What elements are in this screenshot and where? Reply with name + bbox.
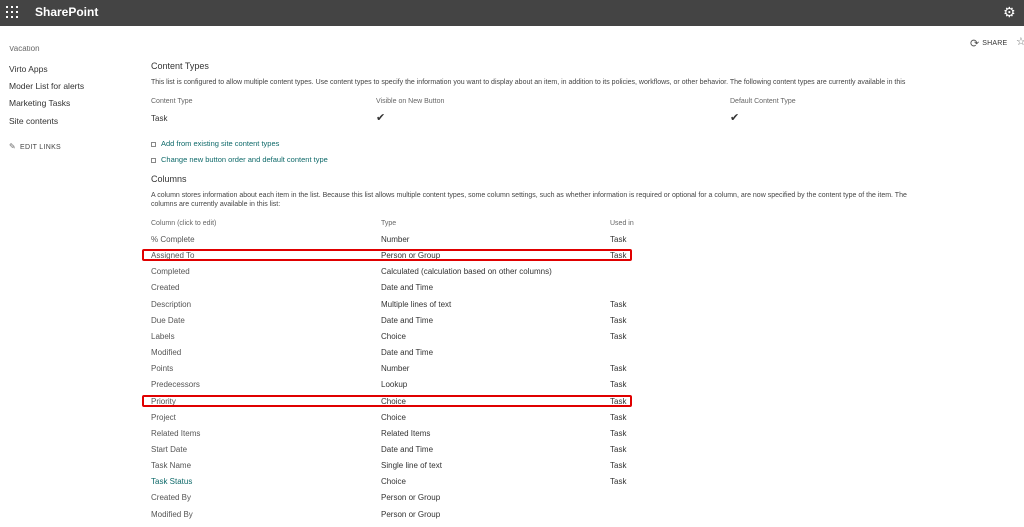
table-row: Start Date Date and Time Task [151, 442, 633, 458]
column-name-link[interactable]: Task Name [151, 461, 191, 470]
column-type: Choice [381, 331, 406, 341]
column-type: Date and Time [381, 283, 434, 293]
table-row: Modified Date and Time [151, 345, 633, 361]
column-used-in: Task [610, 412, 627, 422]
table-row: Points Number Task [151, 361, 633, 377]
bullet-icon [151, 141, 156, 147]
pencil-icon: ✎ [9, 142, 17, 151]
bullet-icon [151, 157, 156, 163]
column-name-link[interactable]: Created By [151, 493, 191, 502]
column-name-link[interactable]: % Complete [151, 235, 195, 244]
column-used-in: Task [610, 364, 627, 374]
column-used-in: Task [610, 428, 627, 438]
header-used-in: Used in [610, 220, 634, 227]
add-existing-content-types-link[interactable]: Add from existing site content types [151, 139, 279, 148]
column-name-link[interactable]: Related Items [151, 429, 200, 438]
link-label: Add from existing site content types [161, 139, 280, 148]
column-used-in: Task [610, 235, 627, 244]
header-column: Column (click to edit) [151, 220, 217, 227]
nav-item-marketing-tasks[interactable]: Marketing Tasks [9, 98, 70, 108]
table-row: Predecessors Lookup Task [151, 377, 633, 393]
change-button-order-link[interactable]: Change new button order and default cont… [151, 155, 328, 164]
table-row: Modified By Person or Group [151, 507, 633, 523]
edit-links-button[interactable]: ✎ EDIT LINKS [9, 142, 61, 151]
table-row: Created Date and Time [151, 280, 633, 296]
column-type: Date and Time [381, 315, 434, 325]
column-name-link[interactable]: Points [151, 364, 173, 373]
table-row: Labels Choice Task [151, 329, 633, 345]
columns-description-line1: A column stores information about each i… [151, 192, 907, 199]
content-type-task-link[interactable]: Task [151, 114, 167, 123]
column-type: Date and Time [381, 348, 434, 358]
column-name-link[interactable]: Description [151, 300, 191, 309]
column-used-in: Task [610, 380, 627, 390]
table-row: Project Choice Task [151, 410, 633, 426]
column-type: Number [381, 364, 410, 374]
column-name-link[interactable]: Start Date [151, 445, 187, 454]
highlight-box [142, 394, 632, 407]
column-type: Single line of text [381, 461, 442, 471]
nav-item-moder-list[interactable]: Moder List for alerts [9, 81, 84, 91]
column-name-link[interactable]: Predecessors [151, 380, 200, 389]
nav-item-site-contents[interactable]: Site contents [9, 116, 58, 126]
column-type: Number [381, 235, 410, 244]
column-type: Related Items [381, 428, 431, 438]
table-row: Task Status Choice Task [151, 474, 633, 490]
column-type: Date and Time [381, 444, 434, 454]
columns-description-line2: columns are currently available in this … [151, 201, 281, 208]
column-used-in: Task [610, 444, 627, 454]
column-used-in: Task [610, 299, 627, 309]
column-name-link[interactable]: Due Date [151, 316, 185, 325]
column-type: Choice [381, 412, 406, 422]
checkmark-icon: ✔ [376, 112, 386, 124]
nav-item-vacation[interactable]: Vacation [9, 46, 40, 52]
table-row: Completed Calculated (calculation based o… [151, 264, 633, 280]
columns-title: Columns [151, 174, 187, 184]
table-row: Due Date Date and Time Task [151, 313, 633, 329]
content-types-title: Content Types [151, 61, 209, 71]
table-row: Description Multiple lines of text Task [151, 297, 633, 313]
nav-item-virto-apps[interactable]: Virto Apps [9, 64, 48, 74]
column-type: Person or Group [381, 493, 441, 503]
table-row: Task Name Single line of text Task [151, 458, 633, 474]
column-type: Lookup [381, 380, 408, 390]
column-name-link[interactable]: Modified [151, 348, 181, 357]
column-name-link[interactable]: Created [151, 283, 179, 292]
column-used-in: Task [610, 331, 627, 341]
header-default-content-type: Default Content Type [730, 98, 796, 105]
main-content: Content Types This list is configured to… [142, 0, 1024, 527]
column-used-in: Task [610, 315, 627, 325]
column-name-link[interactable]: Labels [151, 332, 175, 341]
column-type: Person or Group [381, 509, 441, 519]
column-name-link[interactable]: Completed [151, 267, 190, 276]
table-row: % Complete Number Task [151, 232, 633, 248]
column-name-link[interactable]: Modified By [151, 510, 193, 519]
brand-title[interactable]: SharePoint [35, 5, 98, 19]
header-content-type: Content Type [151, 98, 193, 105]
header-type: Type [381, 220, 397, 227]
column-type: Choice [381, 477, 406, 487]
content-types-description: This list is configured to allow multipl… [151, 79, 906, 86]
column-used-in: Task [610, 477, 627, 487]
checkmark-icon: ✔ [730, 112, 740, 124]
column-type: Calculated (calculation based on other c… [381, 267, 552, 277]
highlight-box [142, 249, 632, 262]
column-name-link[interactable]: Task Status [151, 477, 192, 486]
app-launcher-icon[interactable] [6, 6, 20, 20]
link-label: Change new button order and default cont… [161, 155, 328, 164]
edit-links-label: EDIT LINKS [20, 144, 62, 151]
table-row: Created By Person or Group [151, 490, 633, 506]
header-visible-new-button: Visible on New Button [376, 98, 445, 105]
column-name-link[interactable]: Project [151, 413, 176, 422]
column-type: Multiple lines of text [381, 299, 452, 309]
table-row: Related Items Related Items Task [151, 426, 633, 442]
column-used-in: Task [610, 461, 627, 471]
